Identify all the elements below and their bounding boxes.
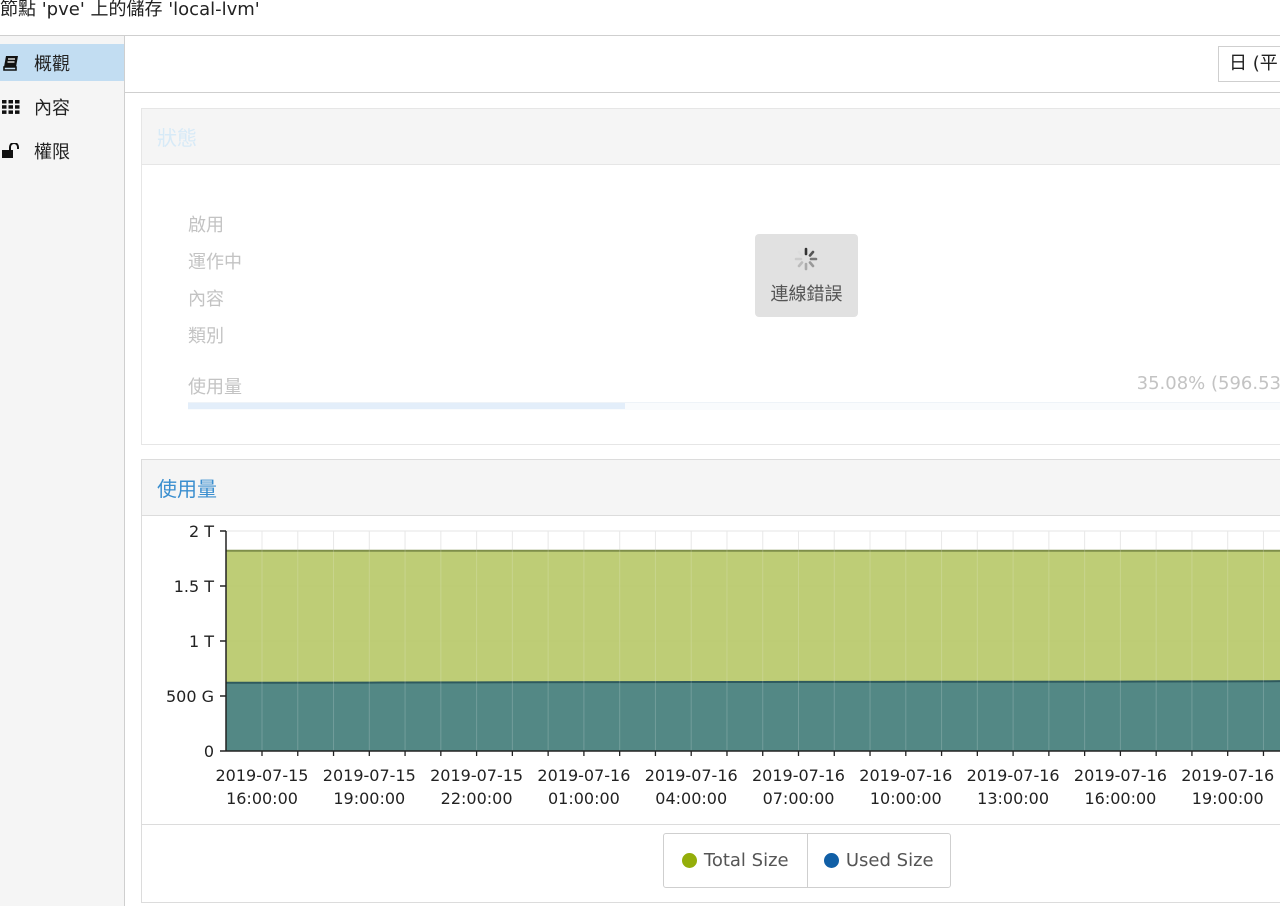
legend-dot-total-icon	[681, 853, 697, 868]
usage-chart: 0 500 G 1 T 1.5 T 2 T 2019-07-15 16:00:00 2019-…	[142, 516, 1280, 825]
legend-item-total-size[interactable]: Total Size	[664, 834, 807, 887]
sidebar: 概觀 內容 權限	[0, 36, 125, 906]
spinner-icon	[794, 247, 818, 271]
x-tick-label: 01:00:00	[548, 789, 620, 808]
sidebar-item-label: 概觀	[34, 53, 70, 75]
y-tick-label: 500 G	[166, 687, 214, 706]
loading-mask: 連線錯誤	[755, 234, 858, 317]
sidebar-item-overview[interactable]: 概觀	[0, 44, 124, 81]
x-tick-label: 2019-07-16	[967, 766, 1060, 785]
title-bar: 節點 'pve' 上的儲存 'local-lvm'	[0, 0, 1280, 36]
y-tick-label: 1.5 T	[174, 577, 215, 596]
sidebar-item-permissions[interactable]: 權限	[0, 132, 124, 169]
status-header: 狀態	[142, 109, 1280, 165]
x-tick-label: 19:00:00	[333, 789, 405, 808]
usage-header: 使用量	[142, 460, 1280, 516]
x-tick-label: 2019-07-16	[1181, 766, 1274, 785]
book-icon	[0, 55, 22, 71]
loading-text: 連線錯誤	[770, 284, 843, 305]
page-title: 節點 'pve' 上的儲存 'local-lvm'	[0, 0, 260, 20]
x-tick-label: 2019-07-15	[323, 766, 416, 785]
active-label: 運作中	[188, 252, 242, 273]
x-tick-label: 2019-07-16	[1074, 766, 1167, 785]
x-tick-label: 2019-07-15	[216, 766, 309, 785]
status-title: 狀態	[157, 126, 197, 150]
x-tick-label: 13:00:00	[977, 789, 1049, 808]
x-tick-label: 2019-07-16	[752, 766, 845, 785]
series-used-size-area	[226, 681, 1280, 751]
usage-value: 35.08% (596.53	[1136, 373, 1280, 394]
x-tick-label: 19:00:00	[1192, 789, 1264, 808]
usage-progress-bar	[188, 402, 1280, 410]
usage-panel: 使用量 0 500 G 1 T 1.5 T 2 T 2019-07-15 16:00:00 2…	[141, 459, 1280, 903]
content-label: 內容	[188, 289, 224, 310]
type-label: 類別	[188, 326, 224, 347]
enabled-label: 啟用	[188, 215, 224, 236]
x-tick-label: 2019-07-16	[859, 766, 952, 785]
grid-icon	[0, 99, 22, 115]
usage-label: 使用量	[188, 377, 242, 398]
x-tick-label: 2019-07-15	[430, 766, 523, 785]
y-tick-label: 1 T	[189, 632, 214, 651]
legend-item-used-size[interactable]: Used Size	[806, 834, 951, 887]
sidebar-item-label: 權限	[34, 141, 70, 163]
x-tick-label: 07:00:00	[763, 789, 835, 808]
x-tick-label: 22:00:00	[441, 789, 513, 808]
chart-legend: Total Size Used Size	[663, 833, 951, 888]
x-tick-label: 2019-07-16	[537, 766, 630, 785]
timeframe-select[interactable]: 日 (平	[1218, 46, 1280, 82]
legend-dot-used-icon	[823, 853, 839, 868]
y-tick-label: 0	[204, 742, 214, 761]
sidebar-item-label: 內容	[34, 97, 70, 119]
x-tick-label: 16:00:00	[226, 789, 298, 808]
usage-title: 使用量	[157, 477, 217, 501]
legend-label: Used Size	[845, 850, 934, 871]
x-tick-label: 04:00:00	[655, 789, 727, 808]
usage-progress-fill	[188, 403, 626, 409]
toolbar: 日 (平	[125, 36, 1280, 93]
status-panel: 狀態 啟用 運作中 內容 類別 使用量 35.08% (596.53	[141, 108, 1280, 445]
y-tick-label: 2 T	[189, 522, 214, 541]
x-tick-label: 10:00:00	[870, 789, 942, 808]
legend-label: Total Size	[703, 850, 789, 871]
x-tick-label: 2019-07-16	[645, 766, 738, 785]
sidebar-item-content[interactable]: 內容	[0, 88, 124, 125]
usage-chart-svg: 0 500 G 1 T 1.5 T 2 T 2019-07-15 16:00:00 2019-…	[166, 522, 1280, 808]
unlock-icon	[0, 142, 22, 159]
x-tick-label: 16:00:00	[1084, 789, 1156, 808]
